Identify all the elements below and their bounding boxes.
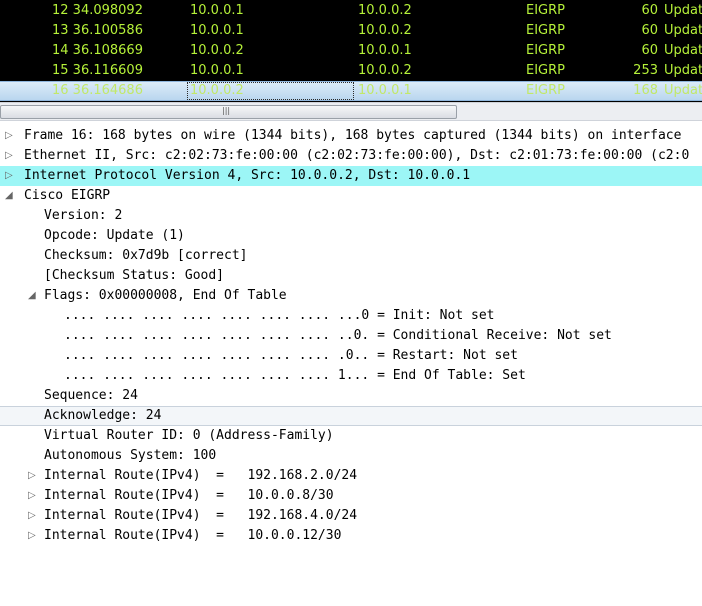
field-label: Virtual Router ID: 0 (Address-Family) — [44, 428, 334, 443]
tree-item-label: Ethernet II, Src: c2:02:73:fe:00:00 (c2:… — [24, 148, 690, 163]
packet-length: 60 — [641, 43, 658, 58]
packet-protocol: EIGRP — [526, 23, 565, 38]
field-label: Internal Route(IPv4) = 192.168.2.0/24 — [44, 468, 358, 483]
field-label: Checksum: 0x7d9b [correct] — [44, 248, 248, 263]
triangle-down-icon[interactable]: ◢ — [5, 186, 15, 206]
tree-item-ethernet[interactable]: ▷ Ethernet II, Src: c2:02:73:fe:00:00 (c… — [0, 146, 702, 166]
packet-destination: 10.0.0.2 — [358, 3, 412, 18]
packet-length: 253 — [633, 63, 658, 78]
packet-row[interactable]: 13 36.100586 10.0.0.1 10.0.0.2 EIGRP 60 … — [0, 21, 702, 41]
packet-source: 10.0.0.2 — [190, 43, 244, 58]
packet-destination: 10.0.0.1 — [358, 43, 412, 58]
packet-destination: 10.0.0.1 — [358, 83, 412, 98]
tree-item-route[interactable]: ▷ Internal Route(IPv4) = 10.0.0.8/30 — [0, 486, 702, 506]
packet-info: Update — [664, 83, 702, 98]
field-label: Acknowledge: 24 — [44, 408, 162, 423]
field-label: Flags: 0x00000008, End Of Table — [44, 288, 287, 303]
triangle-right-icon[interactable]: ▷ — [5, 166, 15, 186]
packet-row-selected[interactable]: 16 36.164686 10.0.0.2 10.0.0.1 EIGRP 168… — [0, 81, 702, 101]
packet-source: 10.0.0.1 — [190, 63, 244, 78]
horizontal-scrollbar[interactable]: ||| — [0, 102, 702, 121]
packet-details-tree[interactable]: ▷ Frame 16: 168 bytes on wire (1344 bits… — [0, 124, 702, 557]
packet-protocol: EIGRP — [526, 83, 565, 98]
field-opcode[interactable]: Opcode: Update (1) — [0, 226, 702, 246]
field-label: Internal Route(IPv4) = 10.0.0.8/30 — [44, 488, 334, 503]
packet-protocol: EIGRP — [526, 43, 565, 58]
tree-item-ip[interactable]: ▷ Internet Protocol Version 4, Src: 10.0… — [0, 166, 702, 186]
packet-info: Update — [664, 3, 702, 18]
packet-no-time: 15 36.116609 — [52, 63, 143, 78]
packet-list[interactable]: 12 34.098092 10.0.0.1 10.0.0.2 EIGRP 60 … — [0, 0, 702, 102]
triangle-right-icon[interactable]: ▷ — [5, 146, 15, 166]
field-checksum[interactable]: Checksum: 0x7d9b [correct] — [0, 246, 702, 266]
tree-item-route[interactable]: ▷ Internal Route(IPv4) = 192.168.4.0/24 — [0, 506, 702, 526]
packet-length: 60 — [641, 23, 658, 38]
flag-restart[interactable]: .... .... .... .... .... .... .... .0.. … — [0, 346, 702, 366]
packet-protocol: EIGRP — [526, 3, 565, 18]
field-label: Internal Route(IPv4) = 192.168.4.0/24 — [44, 508, 358, 523]
field-virtual-router-id[interactable]: Virtual Router ID: 0 (Address-Family) — [0, 426, 702, 446]
field-label: Opcode: Update (1) — [44, 228, 185, 243]
tree-item-route[interactable]: ▷ Internal Route(IPv4) = 192.168.2.0/24 — [0, 466, 702, 486]
field-autonomous-system[interactable]: Autonomous System: 100 — [0, 446, 702, 466]
packet-row[interactable]: 14 36.108669 10.0.0.2 10.0.0.1 EIGRP 60 … — [0, 41, 702, 61]
field-label: .... .... .... .... .... .... .... ..0. … — [64, 328, 612, 343]
packet-length: 60 — [641, 3, 658, 18]
tree-item-label: Frame 16: 168 bytes on wire (1344 bits),… — [24, 128, 682, 143]
tree-item-eigrp[interactable]: ◢ Cisco EIGRP — [0, 186, 702, 206]
field-label: [Checksum Status: Good] — [44, 268, 225, 283]
tree-item-route[interactable]: ▷ Internal Route(IPv4) = 10.0.0.12/30 — [0, 526, 702, 546]
flag-conditional-receive[interactable]: .... .... .... .... .... .... .... ..0. … — [0, 326, 702, 346]
field-label: Sequence: 24 — [44, 388, 138, 403]
triangle-right-icon[interactable]: ▷ — [5, 126, 15, 146]
packet-info: Update — [664, 23, 702, 38]
field-label: Internal Route(IPv4) = 10.0.0.12/30 — [44, 528, 342, 543]
tree-item-label: Internet Protocol Version 4, Src: 10.0.0… — [24, 168, 471, 183]
packet-row[interactable]: 12 34.098092 10.0.0.1 10.0.0.2 EIGRP 60 … — [0, 1, 702, 21]
packet-source: 10.0.0.2 — [190, 83, 244, 98]
triangle-right-icon[interactable]: ▷ — [28, 466, 36, 486]
tree-item-label: Cisco EIGRP — [24, 188, 111, 203]
field-label: Version: 2 — [44, 208, 123, 223]
field-label: Autonomous System: 100 — [44, 448, 217, 463]
packet-no-time: 12 34.098092 — [52, 3, 143, 18]
packet-source: 10.0.0.1 — [190, 3, 244, 18]
field-label: .... .... .... .... .... .... .... .0.. … — [64, 348, 518, 363]
triangle-down-icon[interactable]: ◢ — [28, 286, 36, 306]
field-acknowledge[interactable]: Acknowledge: 24 — [0, 406, 702, 426]
packet-info: Update — [664, 43, 702, 58]
packet-row[interactable]: 15 36.116609 10.0.0.1 10.0.0.2 EIGRP 253… — [0, 61, 702, 81]
field-label: .... .... .... .... .... .... .... 1... … — [64, 368, 526, 383]
tree-item-frame[interactable]: ▷ Frame 16: 168 bytes on wire (1344 bits… — [0, 126, 702, 146]
triangle-right-icon[interactable]: ▷ — [28, 526, 36, 546]
packet-length: 168 — [633, 83, 658, 98]
triangle-right-icon[interactable]: ▷ — [28, 506, 36, 526]
triangle-right-icon[interactable]: ▷ — [28, 486, 36, 506]
field-label: .... .... .... .... .... .... .... ...0 … — [64, 308, 495, 323]
packet-protocol: EIGRP — [526, 63, 565, 78]
packet-no-time: 14 36.108669 — [52, 43, 143, 58]
packet-info: Update — [664, 63, 702, 78]
grip-icon: ||| — [222, 106, 231, 115]
packet-destination: 10.0.0.2 — [358, 23, 412, 38]
field-version[interactable]: Version: 2 — [0, 206, 702, 226]
flag-end-of-table[interactable]: .... .... .... .... .... .... .... 1... … — [0, 366, 702, 386]
packet-destination: 10.0.0.2 — [358, 63, 412, 78]
packet-no-time: 13 36.100586 — [52, 23, 143, 38]
packet-no-time: 16 36.164686 — [52, 83, 143, 98]
field-sequence[interactable]: Sequence: 24 — [0, 386, 702, 406]
field-checksum-status[interactable]: [Checksum Status: Good] — [0, 266, 702, 286]
tree-item-flags[interactable]: ◢ Flags: 0x00000008, End Of Table — [0, 286, 702, 306]
flag-init[interactable]: .... .... .... .... .... .... .... ...0 … — [0, 306, 702, 326]
packet-source: 10.0.0.1 — [190, 23, 244, 38]
